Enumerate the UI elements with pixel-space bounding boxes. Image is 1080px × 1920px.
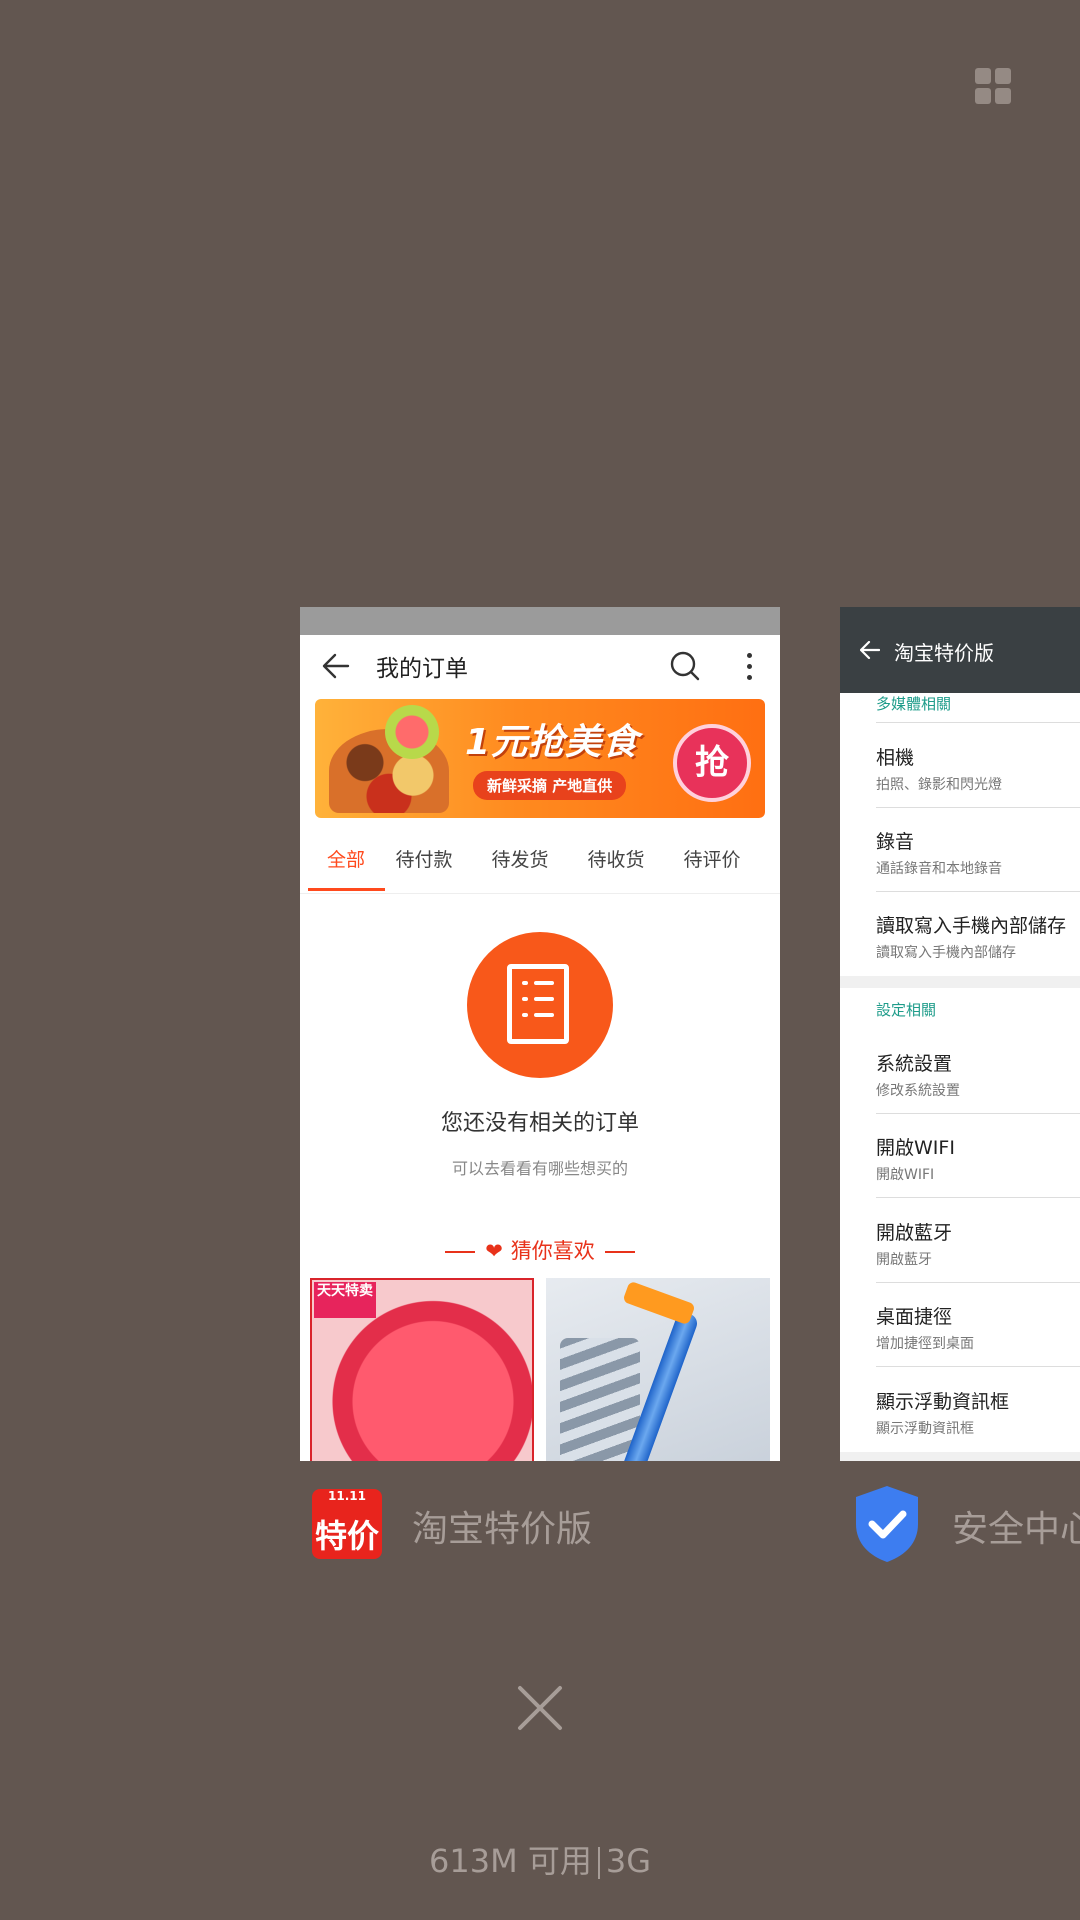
memory-available: 613M 可用 [428,1842,592,1880]
tab-pending-receipt[interactable]: 待收货 [576,845,656,872]
empty-state-title: 您还没有相关的订单 [440,1111,639,1136]
permission-title: 開啟WIFI [876,1137,955,1159]
active-tab-indicator [308,888,385,891]
taobao-app-label: 淘宝特价版 [412,1509,593,1550]
icon-badge-text: 11.11 [328,1489,366,1503]
permission-item-camera[interactable]: 相機 拍照、錄影和閃光燈 [876,743,1080,794]
permission-item-record[interactable]: 錄音 通話錄音和本地錄音 [876,827,1080,878]
taobao-recent-card[interactable]: 我的订单 1元抢美食 新鲜采摘 产地直供 抢 全部 待付款 待发货 待收货 待评… [300,607,780,1461]
arrow-left-icon[interactable] [322,653,350,679]
tab-pending-shipment[interactable]: 待发货 [480,845,560,872]
section-title-media: 多媒體相關 [876,695,952,713]
document-list-icon [467,932,613,1078]
banner-subtitle: 新鲜采摘 产地直供 [473,771,627,800]
close-icon[interactable] [515,1683,565,1733]
divider [876,1113,1080,1114]
shield-check-icon[interactable] [852,1484,922,1564]
security-app-label: 安全中心 [952,1509,1080,1550]
divider [876,722,1080,723]
order-tabs: 全部 待付款 待发货 待收货 待评价 [300,831,780,894]
search-icon[interactable] [670,651,700,681]
memory-total: 3G [605,1842,652,1880]
security-header: 淘宝特价版 [840,607,1080,693]
permission-subtitle: 顯示浮動資訊框 [876,1421,974,1437]
status-bar [300,607,780,635]
permission-item-wifi[interactable]: 開啟WIFI 開啟WIFI [876,1133,1080,1184]
razor-cartridges-image [560,1338,640,1461]
permission-item-system-settings[interactable]: 系統設置 修改系統設置 [876,1049,1080,1100]
permission-subtitle: 通話錄音和本地錄音 [876,861,1002,877]
taobao-app-icon[interactable]: 11.11 特价 [312,1489,382,1559]
icon-main-text: 特价 [314,1517,379,1555]
memory-status: 613M 可用 3G [0,1836,1080,1882]
permission-title: 系統設置 [876,1053,953,1075]
recommend-header: ❤ 猜你喜欢 [300,1235,780,1265]
page-title: 我的订单 [376,656,468,682]
fruit-image [385,705,439,759]
divider [876,1197,1080,1198]
banner-headline: 1元抢美食 [465,722,640,763]
permission-item-bluetooth[interactable]: 開啟藍牙 開啟藍牙 [876,1218,1080,1269]
grid-icon[interactable] [975,68,1011,104]
permission-subtitle: 開啟WIFI [876,1167,935,1183]
banner-grab-button[interactable]: 抢 [673,724,751,802]
recommend-title: 猜你喜欢 [510,1239,595,1263]
tab-all[interactable]: 全部 [306,845,386,872]
divider [876,1282,1080,1283]
section-separator [840,1452,1080,1461]
section-title-settings: 設定相關 [876,1001,937,1019]
divider [876,807,1080,808]
product-card-razor[interactable] [546,1278,770,1461]
permission-subtitle: 修改系統設置 [876,1083,960,1099]
product-card-apple[interactable]: 天天特卖 [310,1278,534,1461]
tab-pending-payment[interactable]: 待付款 [384,845,464,872]
section-separator [840,976,1080,988]
permission-item-shortcut[interactable]: 桌面捷徑 增加捷徑到桌面 [876,1302,1080,1353]
permission-subtitle: 增加捷徑到桌面 [876,1336,974,1352]
permission-item-storage[interactable]: 讀取寫入手機內部儲存 讀取寫入手機內部儲存 [876,911,1080,962]
permission-title: 讀取寫入手機內部儲存 [876,915,1067,937]
permission-title: 桌面捷徑 [876,1306,953,1328]
divider [876,1366,1080,1367]
permission-subtitle: 讀取寫入手機內部儲存 [876,945,1016,961]
heart-icon: ❤ [485,1239,503,1263]
product-tag: 天天特卖 [314,1282,376,1318]
permission-title: 開啟藍牙 [876,1222,953,1244]
divider [876,891,1080,892]
permission-subtitle: 開啟藍牙 [876,1252,932,1268]
permission-title: 顯示浮動資訊框 [876,1391,1010,1413]
promo-banner[interactable]: 1元抢美食 新鲜采摘 产地直供 抢 [315,699,765,818]
taobao-header: 我的订单 [300,635,780,697]
permission-title: 錄音 [876,831,915,853]
security-title: 淘宝特价版 [894,641,994,665]
empty-state-subtitle: 可以去看看有哪些想买的 [451,1159,628,1178]
razor-head-image [622,1280,696,1326]
security-recent-card[interactable]: 淘宝特价版 多媒體相關 相機 拍照、錄影和閃光燈 錄音 通話錄音和本地錄音 讀取… [840,607,1080,1461]
permission-subtitle: 拍照、錄影和閃光燈 [876,777,1002,793]
more-vertical-icon[interactable] [747,653,753,681]
permission-title: 相機 [876,747,915,769]
tab-pending-review[interactable]: 待评价 [672,845,752,872]
arrow-left-icon[interactable] [860,641,880,659]
permission-item-floating-window[interactable]: 顯示浮動資訊框 顯示浮動資訊框 [876,1387,1080,1438]
